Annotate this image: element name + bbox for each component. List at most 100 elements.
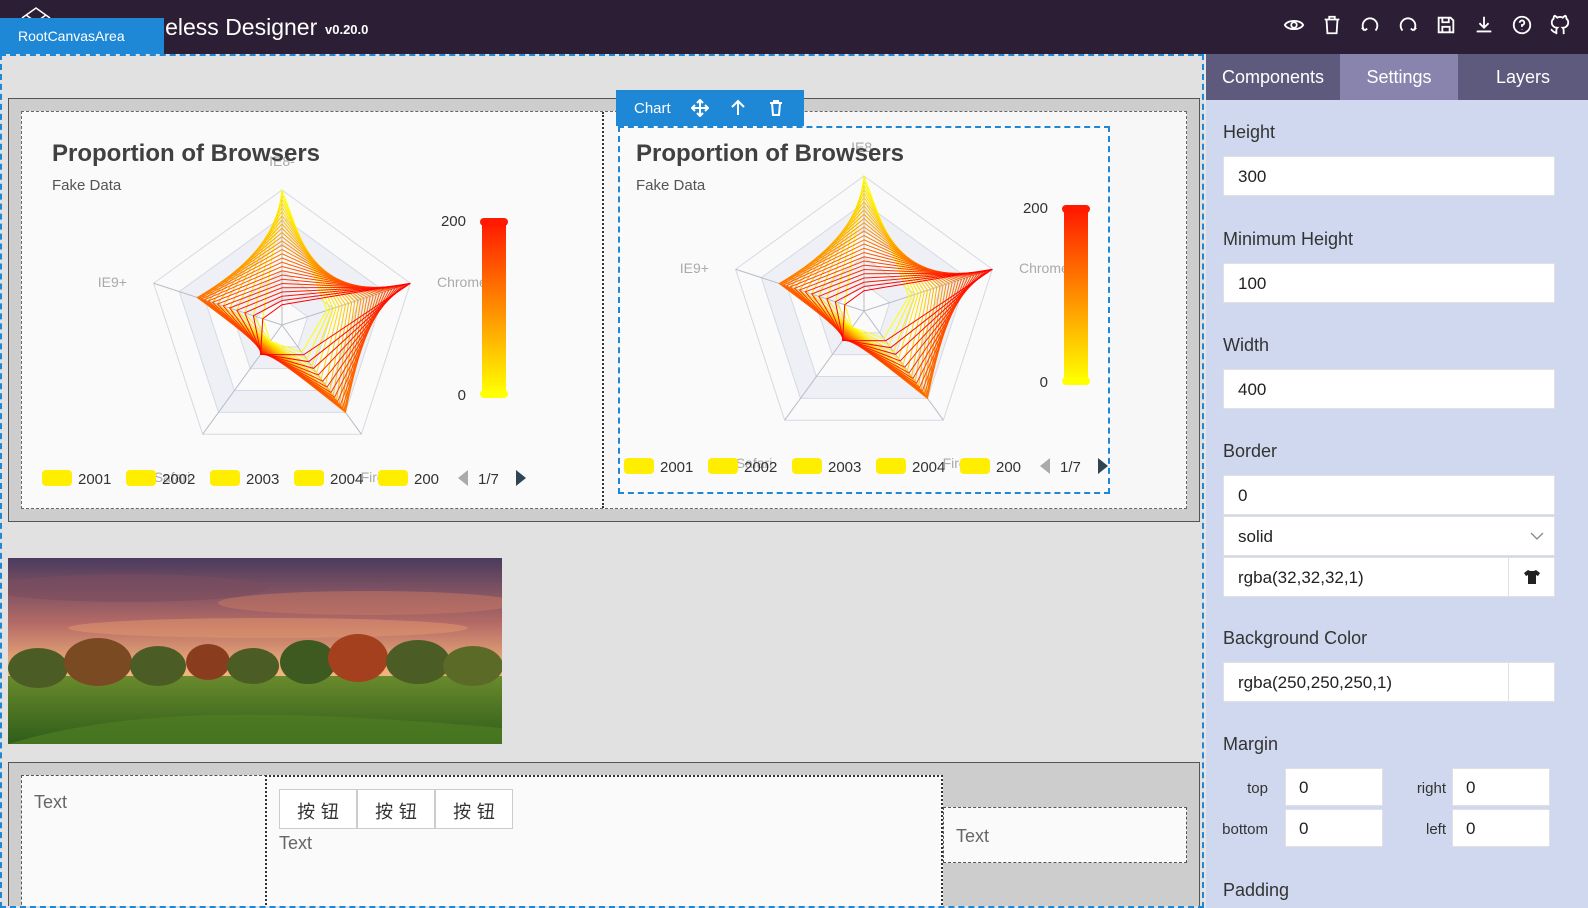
legend-page-label: 1/7 [478,471,499,488]
toolbar-icons [1278,9,1576,41]
content-row-container[interactable]: Text 按 钮 按 钮 按 钮 Text Text [8,762,1200,906]
undo-icon[interactable] [1354,9,1386,41]
text-component-1[interactable]: Text [21,775,267,906]
text-content: Text [279,833,313,853]
selection-toolbar: Chart [616,90,804,126]
button-group-container[interactable]: 按 钮 按 钮 按 钮 Text [265,775,943,906]
button-2[interactable]: 按 钮 [357,789,435,829]
min-height-input[interactable]: 100 [1223,263,1555,303]
app-version: v0.20.0 [325,22,369,37]
chart-subtitle: Fake Data [636,177,706,194]
visual-map-bar [1064,209,1088,381]
border-style-select[interactable]: solid [1223,516,1555,556]
tab-settings[interactable]: Settings [1340,54,1458,100]
settings-panel: Components Settings Layers Height 300 Mi… [1206,54,1588,908]
width-input[interactable]: 400 [1223,369,1555,409]
chart-subtitle: Fake Data [52,177,122,194]
legend-label: 2004 [330,471,363,488]
visual-map-bar [482,222,506,394]
trash-icon[interactable] [1316,9,1348,41]
legend-label: 2002 [744,459,777,476]
border-style-value: solid [1238,527,1273,546]
text-content: Text [34,792,68,812]
legend-prev-icon [1040,458,1050,474]
legend-swatch [876,458,906,474]
background-color-swatch[interactable] [1508,663,1554,701]
legend-page-label: 1/7 [1060,459,1081,476]
select-parent-icon[interactable] [729,99,747,117]
visual-map-max-label: 200 [441,213,466,230]
download-icon[interactable] [1468,9,1500,41]
visual-map-handle-top [1062,205,1090,213]
tab-layers[interactable]: Layers [1458,54,1588,100]
delete-icon[interactable] [767,99,785,117]
legend-label: 2003 [246,471,279,488]
legend-label: 2001 [660,459,693,476]
border-color-input[interactable]: rgba(32,32,32,1) [1223,557,1555,597]
legend-swatch [708,458,738,474]
top-bar: leless Designer v0.20.0 RootCanvasArea [0,0,1588,54]
button-3[interactable]: 按 钮 [435,789,513,829]
margin-bottom-input[interactable]: 0 [1285,809,1383,847]
legend-label: 200 [996,459,1021,476]
min-height-label: Minimum Height [1223,229,1354,249]
redo-icon[interactable] [1392,9,1424,41]
save-icon[interactable] [1430,9,1462,41]
border-width-input[interactable]: 0 [1223,475,1555,515]
width-label: Width [1223,335,1270,355]
chart-component-2[interactable]: IE8-ChromeFirefoxSafariIE9+2000200120022… [618,126,1110,494]
text-content: Text [956,826,990,846]
margin-top-input[interactable]: 0 [1285,768,1383,806]
eye-icon[interactable] [1278,9,1310,41]
border-label: Border [1223,441,1278,461]
visual-map-min-label: 0 [458,387,466,404]
margin-label: Margin [1223,734,1279,754]
shirt-icon [1523,570,1540,584]
move-icon[interactable] [690,99,709,117]
legend-label: 2003 [828,459,861,476]
margin-bottom-label: bottom [1222,821,1268,838]
background-color-input[interactable]: rgba(250,250,250,1) [1223,662,1555,702]
legend-swatch [126,470,156,486]
margin-right-input[interactable]: 0 [1452,768,1550,806]
tab-components[interactable]: Components [1206,54,1340,100]
chart-row-container[interactable]: IE8-ChromeFirefoxSafariIE9+2000200120022… [8,98,1200,522]
margin-right-label: right [1416,780,1446,797]
margin-left-input[interactable]: 0 [1452,809,1550,847]
panel-tabs: Components Settings Layers [1206,54,1588,100]
legend-label: 2002 [162,471,195,488]
color-swatch-button[interactable] [1508,558,1554,596]
height-label: Height [1223,122,1276,142]
legend-swatch [42,470,72,486]
root-canvas-tag[interactable]: RootCanvasArea [0,18,164,54]
button-1[interactable]: 按 钮 [279,789,357,829]
visual-map-handle-bottom [1062,377,1090,385]
indicator-label: Chrome [437,274,487,290]
indicator-label: IE9+ [98,274,127,290]
legend-swatch [624,458,654,474]
legend-prev-icon [458,470,468,486]
landscape-image[interactable] [8,558,502,744]
text-component-3[interactable]: Text [943,807,1187,863]
radar-chart-1: IE8-ChromeFirefoxSafariIE9+2000200120022… [42,153,526,488]
help-icon[interactable] [1506,9,1538,41]
chart-component-1[interactable]: IE8-ChromeFirefoxSafariIE9+2000200120022… [22,112,604,508]
legend-swatch [294,470,324,486]
root-canvas-area[interactable]: IE8-ChromeFirefoxSafariIE9+2000200120022… [0,54,1204,908]
background-color-label: Background Color [1223,628,1368,648]
legend-label: 200 [414,471,439,488]
background-color-value: rgba(250,250,250,1) [1238,673,1393,692]
padding-label: Padding [1223,880,1290,900]
height-input[interactable]: 300 [1223,156,1555,196]
border-color-value: rgba(32,32,32,1) [1238,568,1364,587]
margin-left-label: left [1425,821,1446,838]
visual-map-handle-bottom [480,390,508,398]
github-icon[interactable] [1544,9,1576,41]
legend-next-icon [516,470,526,486]
legend-swatch [960,458,990,474]
legend-swatch [792,458,822,474]
legend-swatch [210,470,240,486]
legend-swatch [378,470,408,486]
chart-row-inner: IE8-ChromeFirefoxSafariIE9+2000200120022… [21,111,1187,509]
chevron-down-icon [1530,532,1544,540]
